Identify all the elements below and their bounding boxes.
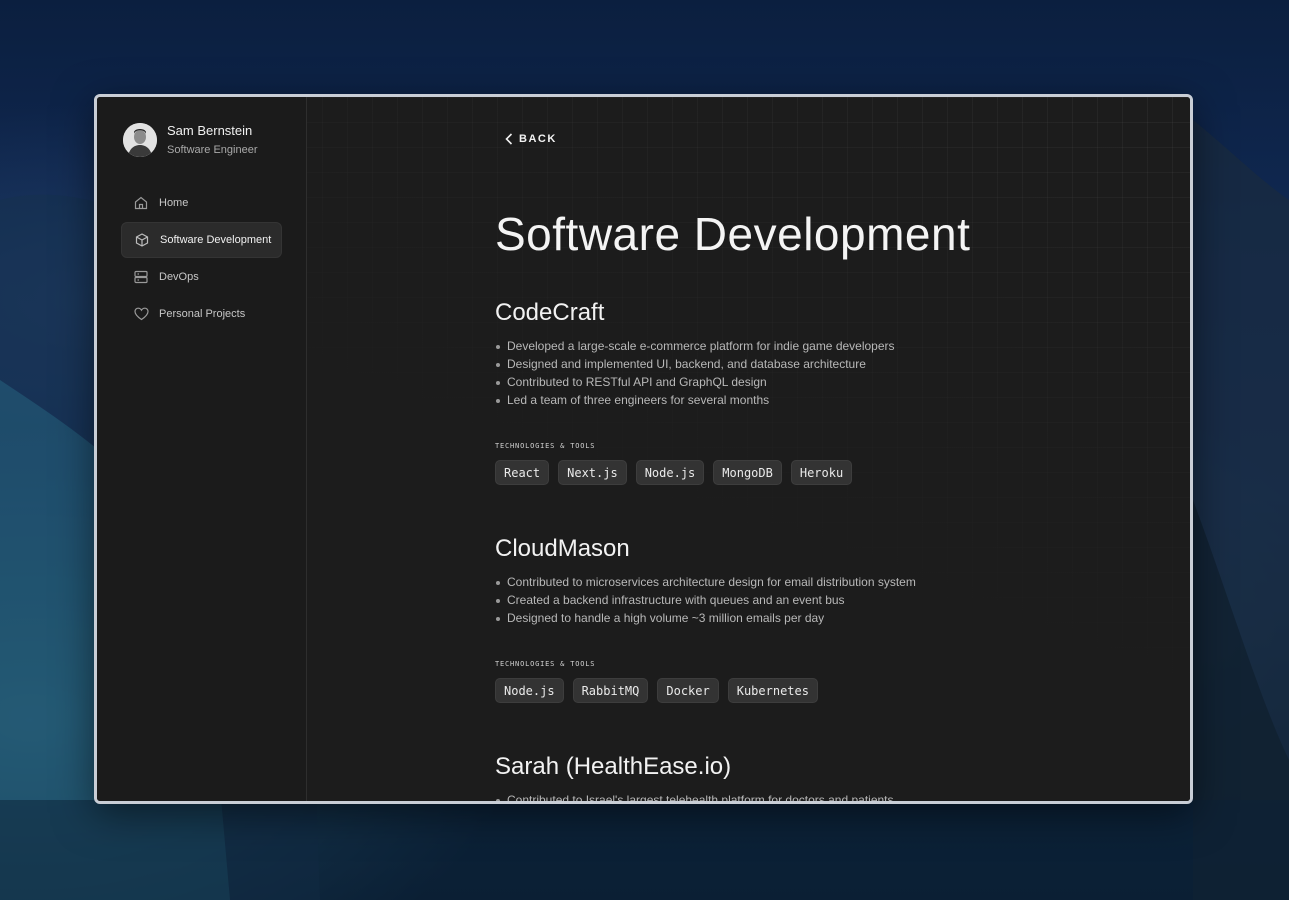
list-item: Designed and implemented UI, backend, an…	[495, 355, 1095, 373]
list-item: Created a backend infrastructure with qu…	[495, 591, 1095, 609]
tag-list: React Next.js Node.js MongoDB Heroku	[495, 460, 1095, 485]
tech-tag: React	[495, 460, 550, 485]
sidebar-item-label: DevOps	[159, 271, 199, 283]
tech-tag: Heroku	[790, 460, 853, 485]
tech-tag: Kubernetes	[727, 678, 818, 703]
tech-tag: RabbitMQ	[572, 678, 649, 703]
main-content: BACK Software Development CodeCraft Deve…	[307, 97, 1190, 801]
project-bullets: Developed a large-scale e-commerce platf…	[495, 337, 1095, 409]
home-icon	[133, 195, 149, 211]
project-title: CloudMason	[495, 535, 630, 562]
tech-label: TECHNOLOGIES & TOOLS	[495, 442, 596, 450]
tech-tag: Docker	[657, 678, 719, 703]
sidebar-item-label: Personal Projects	[159, 308, 246, 320]
tech-label: TECHNOLOGIES & TOOLS	[495, 660, 596, 668]
sidebar-nav: Home Software Development DevOps Persona…	[121, 185, 282, 333]
app-window: Sam Bernstein Software Engineer Home Sof…	[94, 94, 1193, 804]
profile-header: Sam Bernstein Software Engineer	[123, 123, 258, 157]
avatar	[123, 123, 157, 157]
project-codecraft: CodeCraft Developed a large-scale e-comm…	[495, 299, 1095, 485]
sidebar-item-personal-projects[interactable]: Personal Projects	[121, 296, 282, 332]
sidebar-item-label: Home	[159, 197, 189, 209]
tech-tag: Node.js	[635, 460, 705, 485]
back-button[interactable]: BACK	[505, 133, 557, 145]
sidebar-item-home[interactable]: Home	[121, 185, 282, 221]
sidebar: Sam Bernstein Software Engineer Home Sof…	[97, 97, 307, 801]
profile-role: Software Engineer	[167, 144, 258, 156]
server-icon	[133, 269, 149, 285]
list-item: Designed to handle a high volume ~3 mill…	[495, 609, 1095, 627]
tech-tag: MongoDB	[713, 460, 782, 485]
heart-icon	[133, 306, 149, 322]
back-label: BACK	[519, 133, 557, 145]
list-item: Contributed to RESTful API and GraphQL d…	[495, 373, 1095, 391]
sidebar-item-label: Software Development	[160, 234, 272, 246]
profile-name: Sam Bernstein	[167, 123, 253, 138]
project-title: Sarah (HealthEase.io)	[495, 753, 732, 780]
project-title: CodeCraft	[495, 299, 605, 326]
list-item: Developed a large-scale e-commerce platf…	[495, 337, 1095, 355]
tag-list: Node.js RabbitMQ Docker Kubernetes	[495, 678, 1095, 703]
tech-tag: Node.js	[495, 678, 564, 703]
sidebar-item-software-development[interactable]: Software Development	[121, 222, 282, 258]
cube-icon	[134, 232, 150, 248]
project-bullets: Contributed to Israel's largest teleheal…	[495, 791, 1095, 801]
project-bullets: Contributed to microservices architectur…	[495, 573, 1095, 627]
tech-tag: Next.js	[558, 460, 627, 485]
sidebar-item-devops[interactable]: DevOps	[121, 259, 282, 295]
list-item: Contributed to Israel's largest teleheal…	[495, 791, 1095, 801]
project-sarah-healthease: Sarah (HealthEase.io) Contributed to Isr…	[495, 753, 1095, 801]
list-item: Contributed to microservices architectur…	[495, 573, 1095, 591]
page-title: Software Development	[495, 208, 971, 260]
list-item: Led a team of three engineers for severa…	[495, 391, 1095, 409]
chevron-left-icon	[505, 133, 513, 145]
project-cloudmason: CloudMason Contributed to microservices …	[495, 535, 1095, 703]
